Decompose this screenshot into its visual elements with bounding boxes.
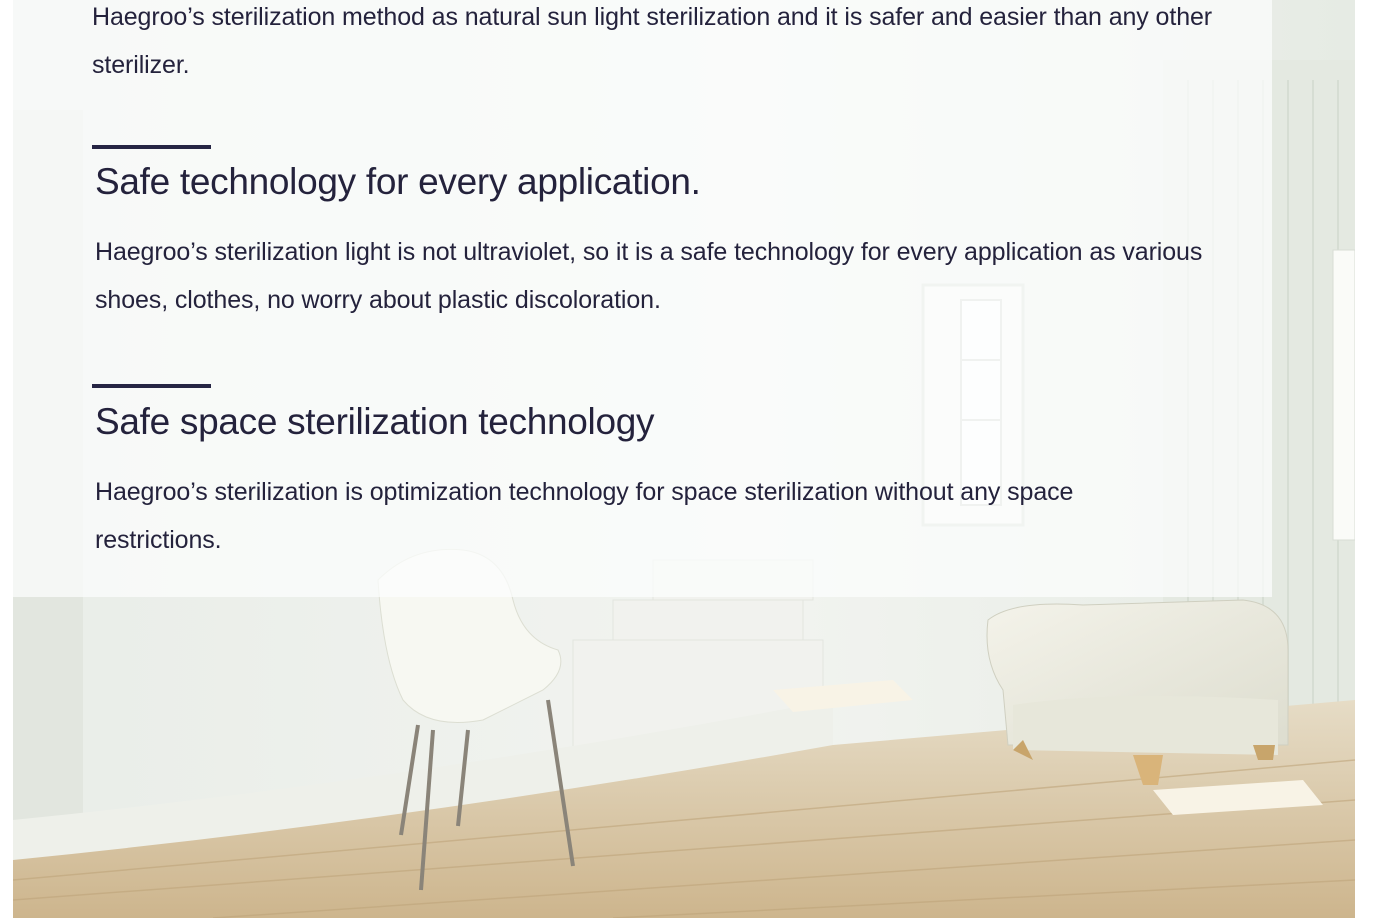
section-divider [92, 384, 211, 388]
section-body: Haegroo’s sterilization is optimization … [95, 478, 1074, 554]
section-body: Haegroo’s sterilization light is not ult… [95, 238, 1203, 314]
content-panel: Haegroo’s sterilization method as natura… [13, 0, 1272, 597]
section-title: Safe space sterilization technology [95, 401, 655, 442]
section-title: Safe technology for every application. [95, 161, 701, 202]
section-divider [92, 145, 211, 149]
hero-section: Haegroo’s sterilization method as natura… [13, 0, 1355, 918]
intro-text: Haegroo’s sterilization method as natura… [92, 3, 1213, 79]
